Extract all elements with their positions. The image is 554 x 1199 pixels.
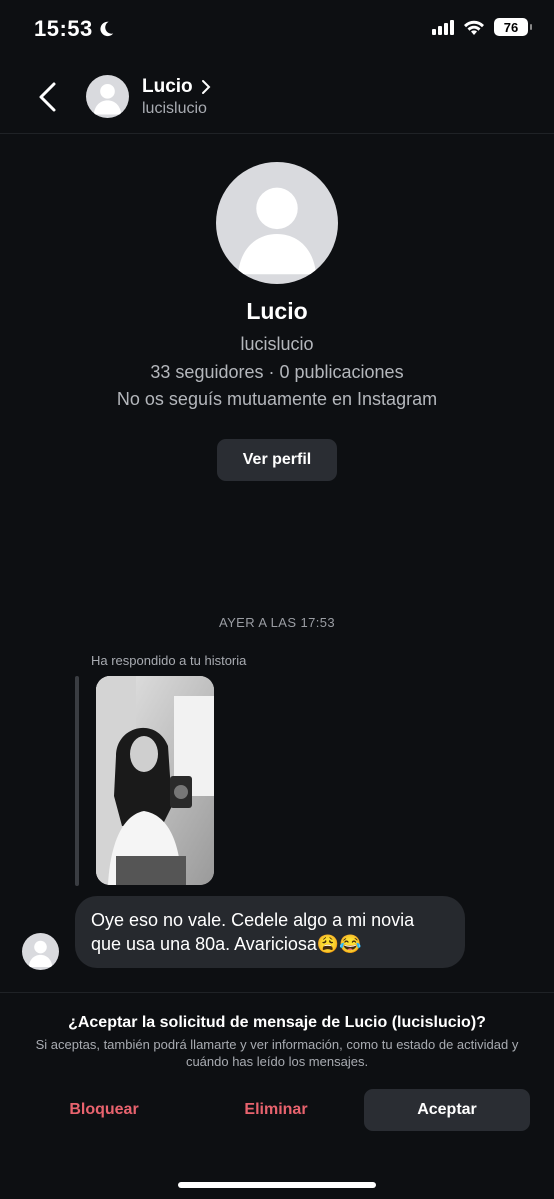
- message-bubble[interactable]: Oye eso no vale. Cedele algo a mi novia …: [75, 896, 465, 968]
- request-description: Si aceptas, también podrá llamarte y ver…: [35, 1037, 519, 1069]
- sender-avatar[interactable]: [22, 933, 59, 970]
- battery-icon: 76: [494, 18, 532, 36]
- chevron-right-icon: [201, 80, 211, 94]
- delete-button[interactable]: Eliminar: [208, 1089, 344, 1131]
- profile-username: lucislucio: [240, 334, 314, 354]
- header-name[interactable]: Lucio: [142, 76, 211, 98]
- signal-icon: [432, 19, 454, 35]
- view-profile-button[interactable]: Ver perfil: [217, 439, 337, 481]
- message-timestamp: AYER A LAS 17:53: [218, 615, 335, 630]
- default-avatar-icon: [93, 84, 122, 115]
- block-button[interactable]: Bloquear: [36, 1089, 172, 1131]
- status-time: 15:53: [34, 16, 115, 42]
- wifi-icon: [464, 20, 484, 35]
- profile-avatar[interactable]: [216, 162, 338, 284]
- header-avatar[interactable]: [86, 75, 129, 118]
- home-indicator[interactable]: [178, 1182, 376, 1188]
- profile-stats: 33 seguidores · 0 publicaciones: [150, 362, 404, 382]
- battery-level: 76: [503, 19, 519, 35]
- story-thumbnail[interactable]: [96, 676, 214, 885]
- request-title: ¿Aceptar la solicitud de mensaje de Luci…: [68, 1014, 486, 1031]
- reply-indicator-bar: [75, 676, 79, 886]
- mutual-follow-status: No os seguís mutuamente en Instagram: [116, 389, 438, 409]
- header-name-text: Lucio: [142, 76, 193, 97]
- time-text: 15:53: [34, 16, 93, 41]
- status-icons: 76: [432, 18, 532, 36]
- profile-name: Lucio: [246, 298, 308, 324]
- moon-icon: [100, 21, 113, 37]
- back-chevron-icon[interactable]: [34, 80, 60, 114]
- story-reply-label: Ha respondido a tu historia: [91, 653, 247, 668]
- header-divider: [0, 133, 554, 134]
- story-photo-image: [96, 676, 214, 885]
- header-username: lucislucio: [142, 100, 207, 117]
- accept-button[interactable]: Aceptar: [364, 1089, 530, 1131]
- default-avatar-icon: [237, 187, 317, 275]
- request-divider: [0, 992, 554, 993]
- default-avatar-icon: [28, 940, 53, 968]
